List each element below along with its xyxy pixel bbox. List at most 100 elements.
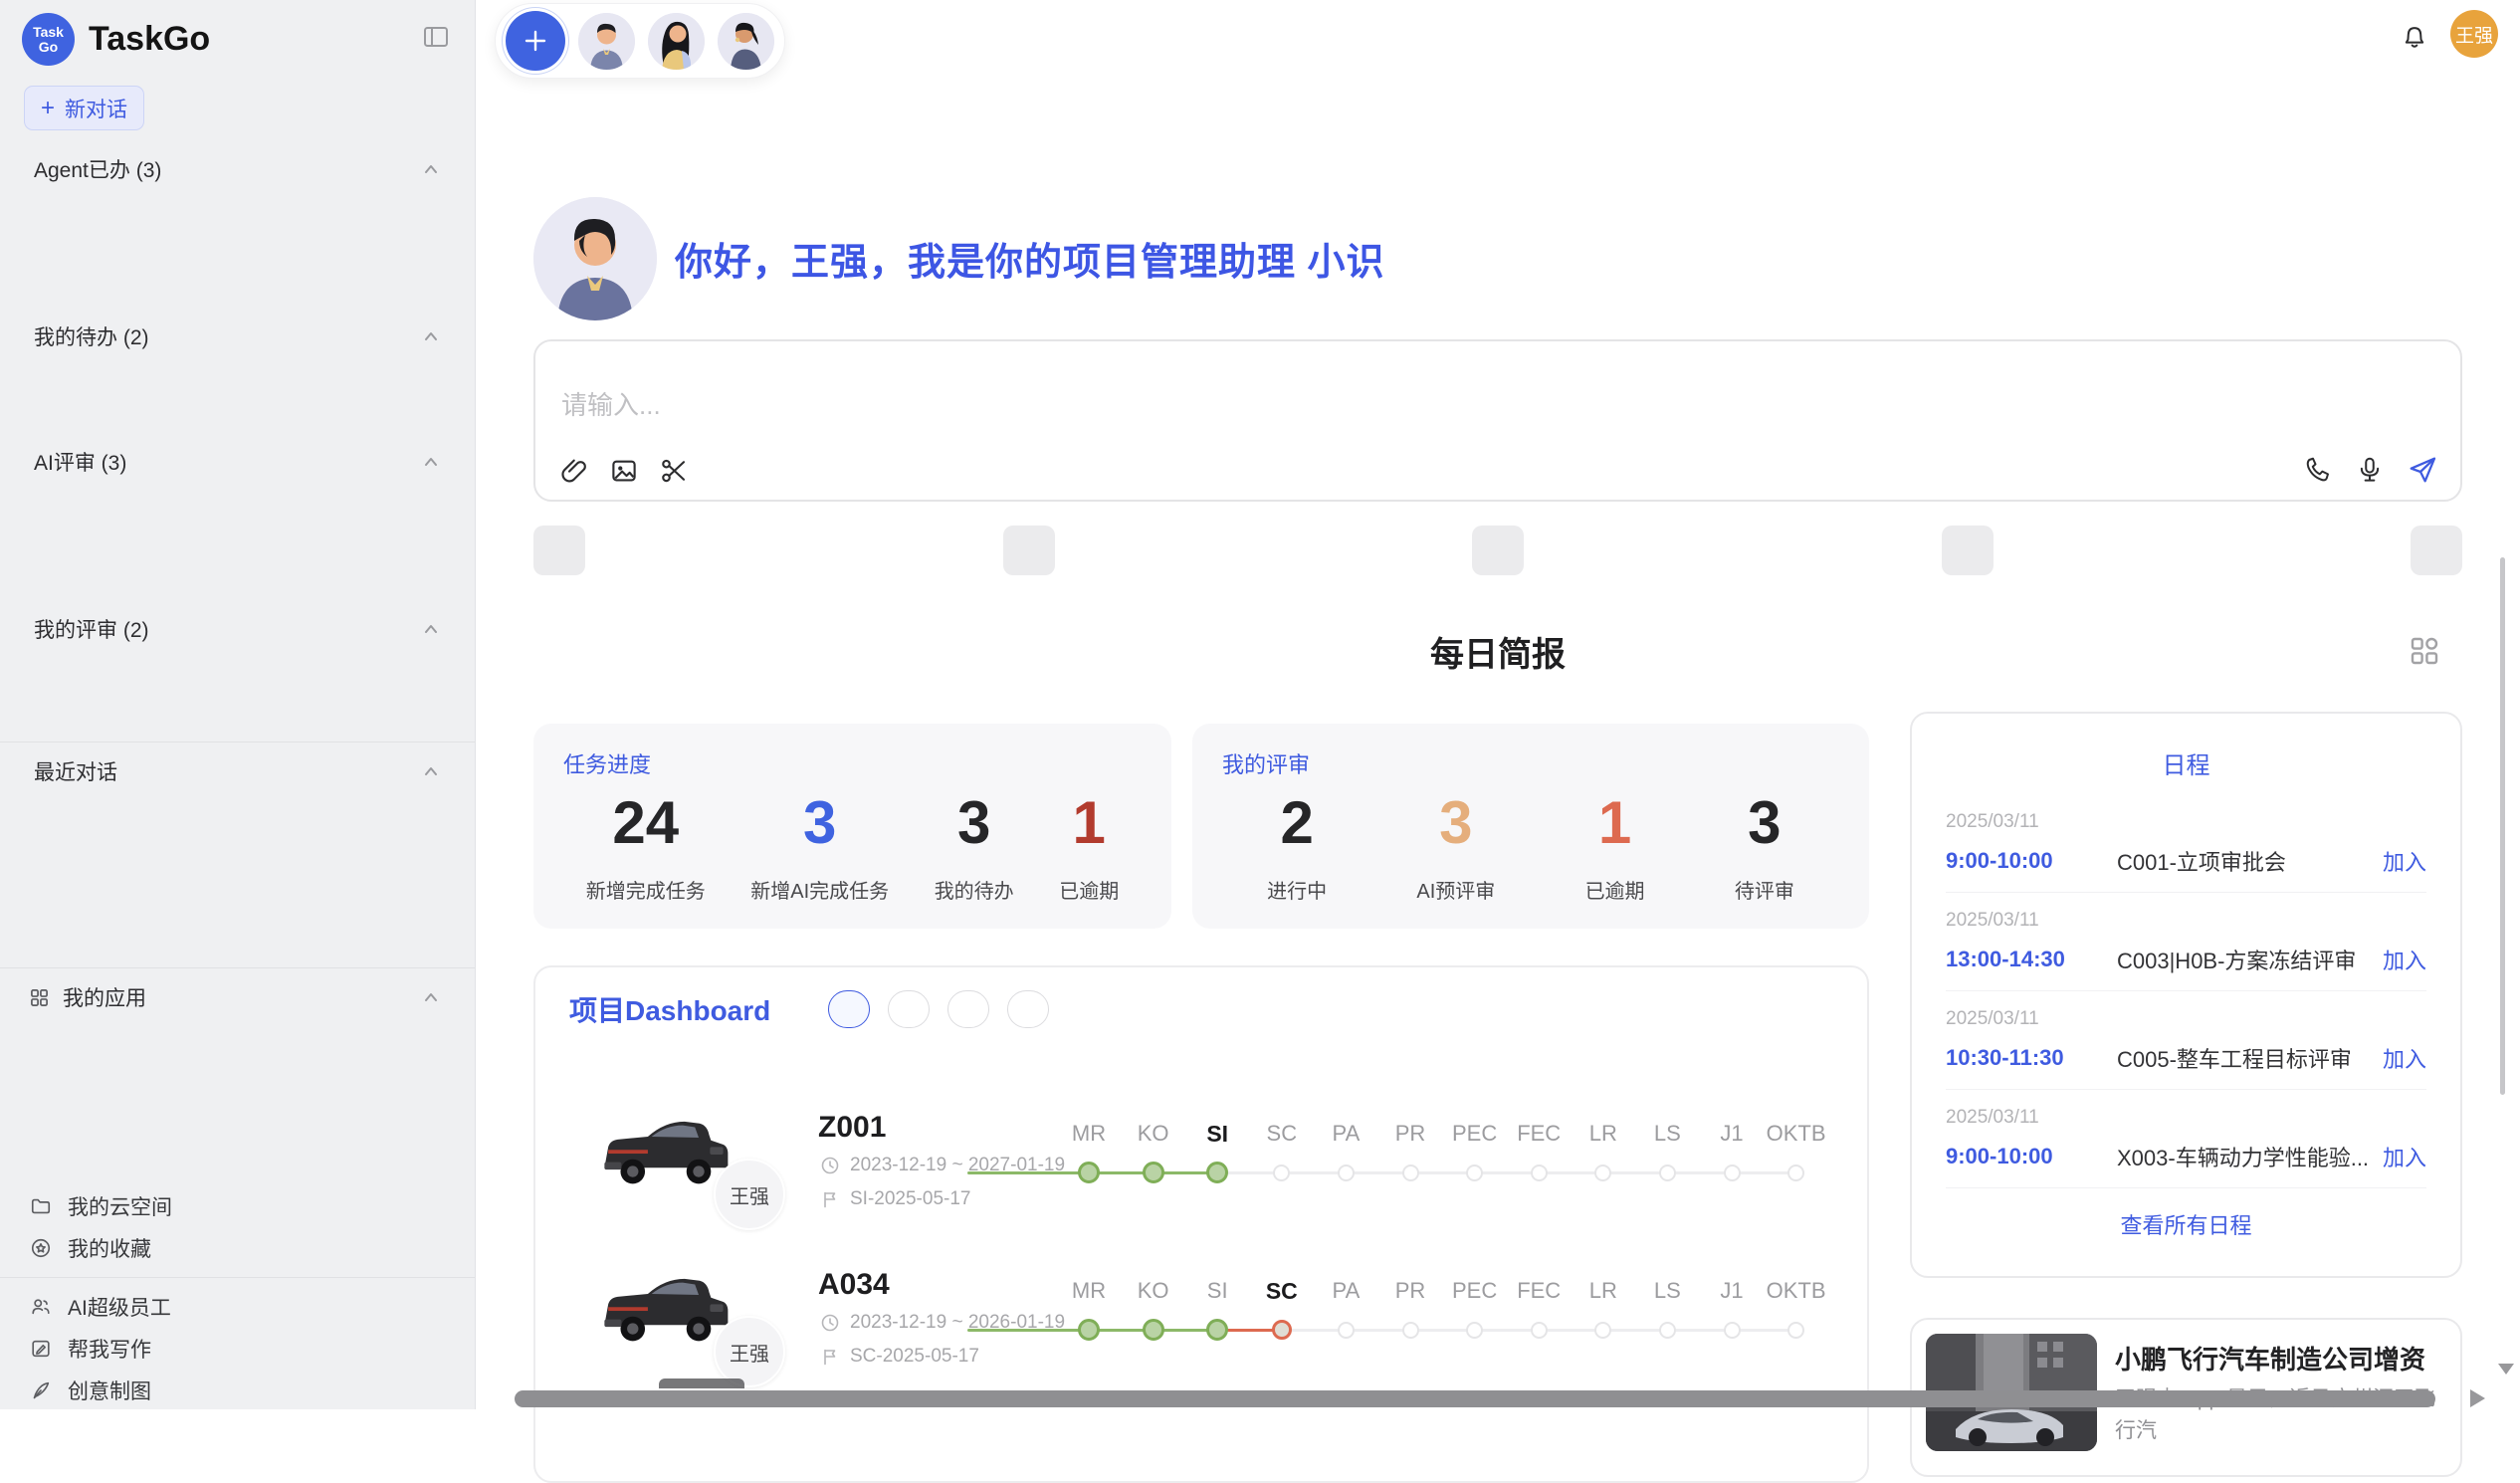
join-meeting-link[interactable]: 加入 <box>2383 845 2426 877</box>
chat-input[interactable] <box>559 389 2056 422</box>
dashboard-filter-pill[interactable] <box>1007 990 1049 1028</box>
join-meeting-link[interactable]: 加入 <box>2383 1042 2426 1074</box>
sidebar-list-item[interactable] <box>0 274 475 316</box>
join-meeting-link[interactable]: 加入 <box>2383 944 2426 975</box>
milestone-dot <box>1787 1322 1804 1339</box>
join-meeting-link[interactable]: 加入 <box>2383 1141 2426 1172</box>
milestone-dot <box>1143 1162 1164 1183</box>
sidebar-list-item[interactable] <box>0 692 475 734</box>
milestone-dot <box>1272 1320 1292 1340</box>
view-all-schedule-link[interactable]: 查看所有日程 <box>1946 1188 2426 1260</box>
topbar-right: 王强 <box>2261 0 2520 74</box>
project-row[interactable]: 王强 Z001 2023-12-19 ~ 2027-01-19 SI-2025-… <box>535 1097 1867 1254</box>
send-icon[interactable] <box>2407 454 2438 486</box>
milestone-label: SC <box>1266 1278 1298 1305</box>
main-content: 王强 你好，王强，我是你的项目管理助理 小识 <box>476 0 2520 1409</box>
new-chat-button[interactable]: + 新对话 <box>24 86 144 130</box>
stat-card-title: 任务进度 <box>563 747 1142 779</box>
dashboard-filter-pill[interactable] <box>947 990 989 1028</box>
collapse-sidebar-icon[interactable] <box>421 22 451 52</box>
stat-value: 3 <box>1735 793 1794 853</box>
sidebar-list-item[interactable] <box>0 190 475 232</box>
sidebar-item-my-apps[interactable]: 我的应用 <box>0 976 475 1018</box>
sidebar-list-item[interactable] <box>0 834 475 876</box>
milestone-dot <box>1466 1165 1483 1181</box>
sidebar-list-item[interactable] <box>0 483 475 525</box>
milestone-dot <box>1724 1165 1741 1181</box>
stat-label: AI预评审 <box>1416 875 1495 904</box>
suggestion-chip[interactable] <box>1003 526 1055 575</box>
owner-name: 王强 <box>730 1338 769 1367</box>
sidebar-list-item[interactable] <box>0 876 475 918</box>
sidebar-list-item[interactable] <box>0 399 475 441</box>
suggestion-chip[interactable] <box>2411 526 2462 575</box>
sidebar-item-creative-draw[interactable]: 创意制图 <box>0 1370 475 1409</box>
sidebar-list-item[interactable] <box>0 792 475 834</box>
sidebar-item-ai-employee[interactable]: AI超级员工 <box>0 1286 475 1328</box>
sidebar-section-header[interactable]: 我的待办 (2) <box>0 316 475 357</box>
add-agent-button[interactable] <box>506 11 565 71</box>
attachment-icon[interactable] <box>559 456 589 486</box>
milestone-dot <box>1206 1162 1228 1183</box>
sidebar-item-help-write[interactable]: 帮我写作 <box>0 1328 475 1370</box>
dashboard-filter-pill[interactable] <box>828 990 870 1028</box>
agent-avatar[interactable] <box>578 13 635 70</box>
suggestion-chip[interactable] <box>533 526 585 575</box>
schedule-time: 9:00-10:00 <box>1946 848 2117 874</box>
user-avatar[interactable]: 王强 <box>2450 10 2498 58</box>
sidebar-app-item[interactable] <box>0 1060 475 1102</box>
sidebar-list-item[interactable] <box>0 650 475 692</box>
schedule-item: 2025/03/11 10:30-11:30 C005-整车工程目标评审 加入 <box>1946 991 2426 1090</box>
microphone-icon[interactable] <box>2355 455 2385 485</box>
schedule-time: 13:00-14:30 <box>1946 947 2117 972</box>
scroll-right-arrow-icon[interactable] <box>2470 1389 2485 1407</box>
milestone-dot <box>1078 1162 1100 1183</box>
scroll-down-arrow-icon[interactable] <box>2498 1364 2514 1375</box>
briefing-stat-card: 我的评审 2 进行中 3 AI预评审 1 已逾期 3 待评审 <box>1192 724 1869 929</box>
sidebar-list-item[interactable] <box>0 357 475 399</box>
schedule-time: 10:30-11:30 <box>1946 1045 2117 1071</box>
sidebar-app-item[interactable] <box>0 1018 475 1060</box>
new-chat-label: 新对话 <box>65 94 127 123</box>
milestone-label: PA <box>1333 1121 1361 1147</box>
chevron-up-icon <box>421 159 441 179</box>
milestone-label: SI <box>1206 1121 1228 1148</box>
sidebar-item-favorites[interactable]: 我的收藏 <box>0 1227 475 1269</box>
schedule-event-title: C003|H0B-方案冻结评审 <box>2117 944 2383 975</box>
suggestion-chip[interactable] <box>1942 526 1994 575</box>
vertical-scrollbar-thumb[interactable] <box>2500 557 2505 1095</box>
sidebar-app-item[interactable] <box>0 1144 475 1185</box>
sidebar-item-cloud-space[interactable]: 我的云空间 <box>0 1185 475 1227</box>
milestone-label: PR <box>1395 1278 1426 1304</box>
sidebar-list-item[interactable] <box>0 232 475 274</box>
horizontal-scrollbar-thumb[interactable] <box>515 1390 2435 1407</box>
sidebar-section-header[interactable]: AI评审 (3) <box>0 441 475 483</box>
schedule-event-title: C001-立项审批会 <box>2117 845 2383 877</box>
agent-avatar[interactable] <box>648 13 705 70</box>
stat-label: 已逾期 <box>1059 875 1119 904</box>
suggestion-chip[interactable] <box>1472 526 1524 575</box>
agent-avatar[interactable] <box>718 13 774 70</box>
briefing-title: 每日简报 <box>533 627 2462 676</box>
briefing-header: 每日简报 <box>533 627 2462 673</box>
schedule-row: 9:00-10:00 X003-车辆动力学性能验... 加入 <box>1946 1141 2426 1172</box>
sidebar-list-item[interactable] <box>0 566 475 608</box>
sidebar-list-item[interactable] <box>0 525 475 566</box>
milestone-dot <box>1206 1319 1228 1341</box>
milestone-label: PA <box>1333 1278 1361 1304</box>
layout-grid-icon[interactable] <box>2409 635 2440 667</box>
dashboard-header: 项目Dashboard <box>535 967 1867 1029</box>
project-milestone-date: SI-2025-05-17 <box>850 1188 970 1210</box>
milestone-label: LS <box>1654 1278 1681 1304</box>
sidebar-list-item[interactable] <box>0 918 475 959</box>
phone-call-icon[interactable] <box>2303 455 2333 485</box>
sidebar-section-header[interactable]: 我的评审 (2) <box>0 608 475 650</box>
dashboard-filter-pill[interactable] <box>888 990 930 1028</box>
sidebar-section-header[interactable]: 最近对话 <box>0 750 475 792</box>
sidebar-section-header[interactable]: Agent已办 (3) <box>0 148 475 190</box>
stat-value: 3 <box>1416 793 1495 853</box>
image-icon[interactable] <box>609 456 639 486</box>
sidebar-app-item[interactable] <box>0 1102 475 1144</box>
scissors-icon[interactable] <box>659 456 689 486</box>
notifications-bell-icon[interactable] <box>2401 24 2428 52</box>
